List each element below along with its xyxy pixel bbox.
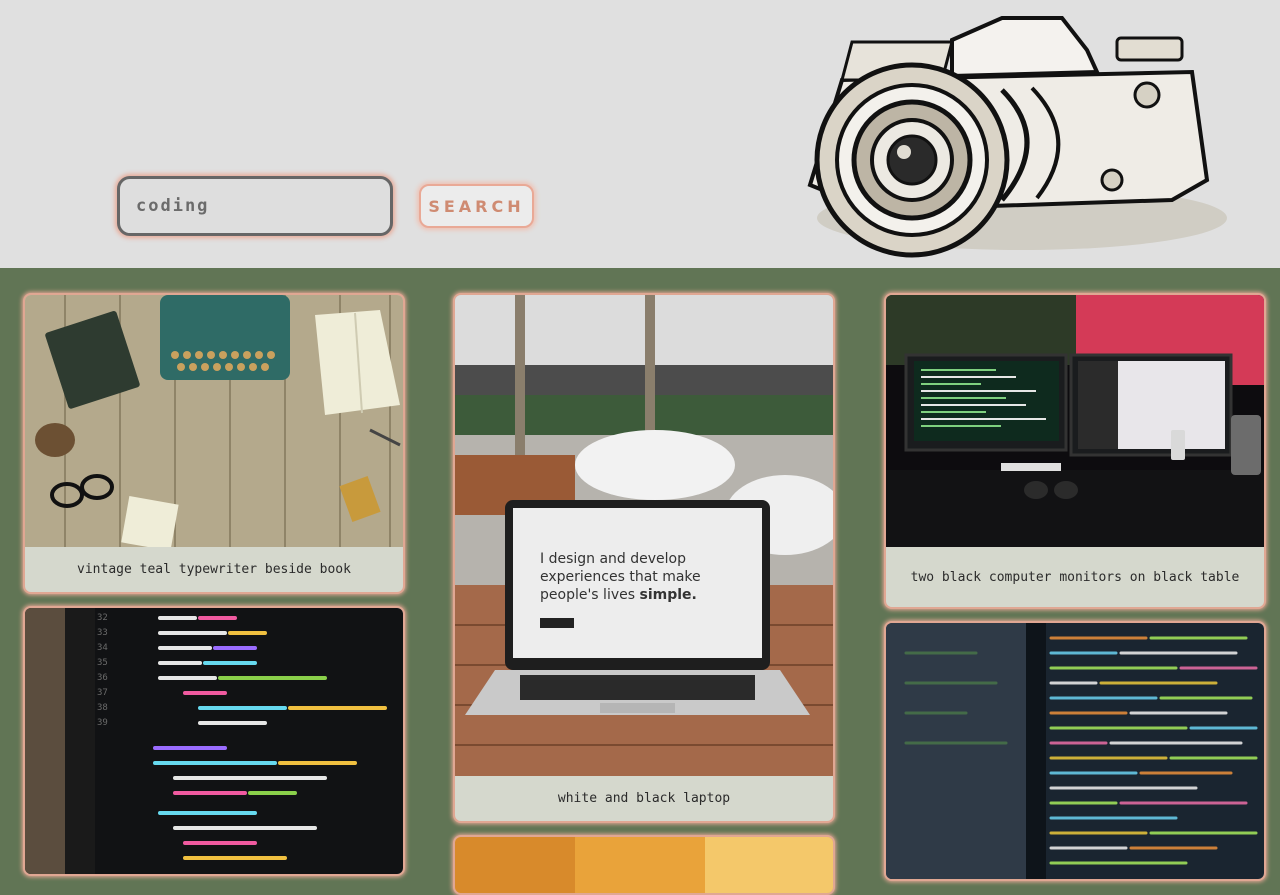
svg-text:people's lives simple.: people's lives simple. bbox=[540, 587, 697, 603]
gallery-card[interactable]: I design and develop experiences that ma… bbox=[453, 293, 835, 823]
typewriter-photo bbox=[25, 295, 403, 547]
gallery-card[interactable] bbox=[453, 835, 835, 895]
svg-text:38: 38 bbox=[97, 703, 108, 713]
svg-text:35: 35 bbox=[97, 658, 108, 668]
svg-text:37: 37 bbox=[97, 688, 108, 698]
code-blur-photo bbox=[886, 623, 1264, 879]
svg-text:experiences that make: experiences that make bbox=[540, 569, 701, 585]
gallery-card[interactable] bbox=[884, 621, 1266, 881]
gallery-card[interactable]: two black computer monitors on black tab… bbox=[884, 293, 1266, 609]
card-caption: white and black laptop bbox=[557, 791, 731, 806]
svg-text:39: 39 bbox=[97, 718, 108, 728]
search-button[interactable]: SEARCH bbox=[419, 184, 534, 228]
svg-text:36: 36 bbox=[97, 673, 108, 683]
warm-light-photo bbox=[455, 837, 833, 893]
laptop-photo: I design and develop experiences that ma… bbox=[455, 295, 833, 776]
gallery-card[interactable]: 32 33 34 35 36 37 38 39 bbox=[23, 606, 405, 876]
card-caption: two black computer monitors on black tab… bbox=[910, 569, 1240, 585]
gallery-card[interactable]: vintage teal typewriter beside book bbox=[23, 293, 405, 594]
header: SEARCH bbox=[0, 0, 1280, 268]
card-caption: vintage teal typewriter beside book bbox=[77, 562, 351, 577]
camera-logo-icon bbox=[807, 16, 1227, 258]
svg-text:32: 32 bbox=[97, 613, 108, 623]
monitors-photo bbox=[886, 295, 1264, 547]
code-screen-photo: 32 33 34 35 36 37 38 39 bbox=[25, 608, 403, 874]
svg-text:34: 34 bbox=[97, 643, 108, 653]
svg-text:I design and develop: I design and develop bbox=[540, 551, 686, 567]
search-input[interactable] bbox=[117, 176, 393, 236]
svg-text:33: 33 bbox=[97, 628, 108, 638]
